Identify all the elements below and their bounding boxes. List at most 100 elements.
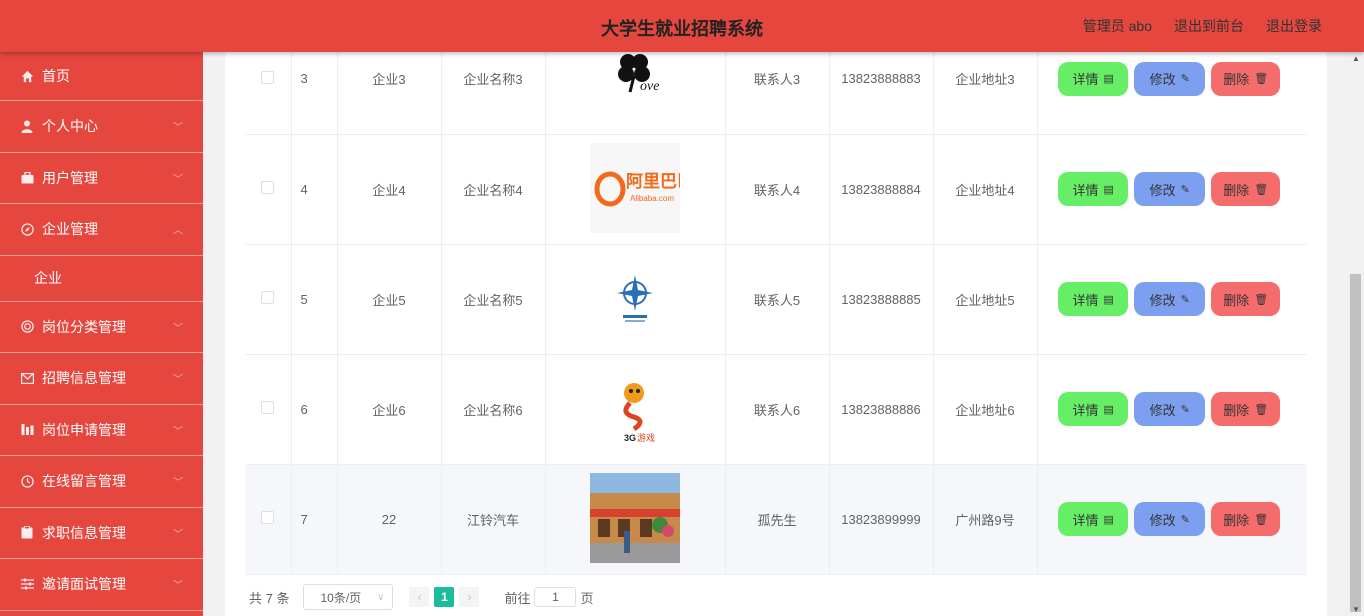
sidebar-item-online-message[interactable]: 在线留言管理 ﹀ bbox=[0, 456, 203, 508]
row-index: 5 bbox=[291, 244, 338, 355]
compass-icon bbox=[20, 222, 34, 236]
row-address: 企业地址6 bbox=[933, 354, 1038, 465]
sidebar-subitem-enterprise[interactable]: 企业 bbox=[0, 256, 203, 302]
row-checkbox[interactable] bbox=[261, 511, 275, 524]
sidebar-item-enterprise-management[interactable]: 企业管理 ︿ bbox=[0, 204, 203, 256]
logout-link[interactable]: 退出登录 bbox=[1266, 16, 1322, 36]
detail-button[interactable]: 详情 ▤ bbox=[1058, 172, 1129, 206]
delete-button[interactable]: 删除 🗑 bbox=[1211, 502, 1281, 536]
sidebar-item-recruitment-info[interactable]: 招聘信息管理 ﹀ bbox=[0, 353, 203, 405]
chart-icon bbox=[20, 423, 34, 437]
sidebar-item-user-management[interactable]: 用户管理 ﹀ bbox=[0, 153, 203, 204]
home-icon bbox=[20, 69, 34, 83]
edit-button[interactable]: 修改 ✎ bbox=[1134, 502, 1206, 536]
chevron-down-icon: ﹀ bbox=[173, 374, 183, 386]
row-phone: 13823888885 bbox=[829, 244, 934, 355]
table-row: 5 企业5 企业名称5 联系人5 13823888885 企业地址5 详情 ▤ … bbox=[245, 244, 1307, 355]
exit-to-front-link[interactable]: 退出到前台 bbox=[1174, 16, 1244, 36]
pencil-icon: ✎ bbox=[1180, 73, 1190, 86]
edit-button[interactable]: 修改 ✎ bbox=[1134, 61, 1206, 96]
row-account: 企业4 bbox=[337, 134, 442, 245]
row-checkbox[interactable] bbox=[261, 401, 275, 414]
detail-button[interactable]: 详情 ▤ bbox=[1058, 392, 1129, 426]
detail-button[interactable]: 详情 ▤ bbox=[1058, 61, 1129, 96]
sidebar-item-label: 在线留言管理 bbox=[42, 473, 126, 490]
page-number-active[interactable]: 1 bbox=[434, 587, 455, 607]
clipboard-icon bbox=[20, 526, 34, 540]
goto-page-input[interactable] bbox=[534, 587, 577, 607]
prev-page-button[interactable]: ‹ bbox=[409, 587, 430, 607]
sidebar-item-label: 求职信息管理 bbox=[42, 524, 126, 541]
row-checkbox[interactable] bbox=[261, 181, 275, 194]
edit-button[interactable]: 修改 ✎ bbox=[1134, 282, 1206, 316]
edit-button[interactable]: 修改 ✎ bbox=[1134, 392, 1206, 426]
row-contact: 孤先生 bbox=[725, 464, 830, 575]
sidebar-item-label: 企业 bbox=[34, 270, 62, 286]
sidebar-item-label: 企业管理 bbox=[42, 221, 98, 238]
pencil-icon: ✎ bbox=[1180, 183, 1190, 196]
scrollbar-thumb[interactable] bbox=[1350, 274, 1361, 612]
delete-button[interactable]: 删除 🗑 bbox=[1211, 392, 1281, 426]
row-address: 广州路9号 bbox=[933, 464, 1038, 575]
row-checkbox[interactable] bbox=[261, 70, 275, 84]
detail-button[interactable]: 详情 ▤ bbox=[1058, 282, 1129, 316]
table-card: 3 企业3 企业名称3 ove 联系人3 13823888883 企业地址3 详… bbox=[225, 24, 1327, 616]
row-account: 企业5 bbox=[337, 244, 442, 355]
table-row: 6 企业6 企业名称6 3G 游戏 联系人6 13823888886 企业地址6… bbox=[245, 354, 1307, 465]
chevron-down-icon: ﹀ bbox=[173, 122, 183, 134]
scroll-up-icon[interactable]: ▲ bbox=[1352, 54, 1360, 63]
sidebar-item-position-category[interactable]: 岗位分类管理 ﹀ bbox=[0, 302, 203, 353]
row-phone: 13823888886 bbox=[829, 354, 934, 465]
document-icon: ▤ bbox=[1103, 513, 1114, 526]
table-row: 4 企业4 企业名称4 阿里巴巴 Alibaba.com bbox=[245, 134, 1307, 245]
main-content: 3 企业3 企业名称3 ove 联系人3 13823888883 企业地址3 详… bbox=[203, 24, 1347, 616]
sidebar-item-application-management[interactable]: 岗位申请管理 ﹀ bbox=[0, 405, 203, 456]
trash-icon: 🗑 bbox=[1254, 73, 1269, 86]
sidebar-item-label: 岗位分类管理 bbox=[42, 318, 126, 335]
table-row: 7 22 江铃汽车 孤先生 13823899999 广州路9号 详情 ▤ 修改 … bbox=[245, 464, 1307, 575]
goto-suffix: 页 bbox=[580, 590, 594, 606]
edit-button[interactable]: 修改 ✎ bbox=[1134, 172, 1206, 206]
chevron-down-icon: ﹀ bbox=[173, 174, 183, 186]
row-account: 22 bbox=[337, 464, 442, 575]
pencil-icon: ✎ bbox=[1180, 403, 1190, 416]
scroll-down-icon[interactable]: ▼ bbox=[1352, 605, 1360, 614]
chevron-down-icon: ﹀ bbox=[173, 426, 183, 438]
row-name: 企业名称6 bbox=[441, 354, 546, 465]
page-size-select[interactable]: 10条/页 ∨ bbox=[303, 584, 394, 610]
row-name: 企业名称4 bbox=[441, 134, 546, 245]
sidebar-item-job-seeking-info[interactable]: 求职信息管理 ﹀ bbox=[0, 508, 203, 559]
row-name: 企业名称5 bbox=[441, 244, 546, 355]
sidebar-item-label: 个人中心 bbox=[42, 118, 98, 135]
sidebar-item-home[interactable]: 首页 bbox=[0, 52, 203, 101]
delete-button[interactable]: 删除 🗑 bbox=[1211, 282, 1281, 316]
delete-button[interactable]: 删除 🗑 bbox=[1211, 61, 1281, 96]
row-checkbox[interactable] bbox=[261, 291, 275, 304]
chevron-down-icon: ﹀ bbox=[173, 477, 183, 489]
row-contact: 联系人5 bbox=[725, 244, 830, 355]
vertical-scrollbar[interactable]: ▲ ▼ bbox=[1347, 52, 1364, 616]
mail-icon bbox=[20, 371, 34, 385]
svg-text:ove: ove bbox=[640, 79, 659, 94]
detail-button[interactable]: 详情 ▤ bbox=[1058, 502, 1129, 536]
row-contact: 联系人4 bbox=[725, 134, 830, 245]
target-icon bbox=[20, 320, 34, 334]
sidebar-item-label: 首页 bbox=[42, 68, 70, 84]
chevron-down-icon: ﹀ bbox=[173, 529, 183, 541]
row-index: 6 bbox=[291, 354, 338, 465]
sidebar: 首页 个人中心 ﹀ 用户管理 ﹀ 企业管理 ︿ 企业 岗位分类管理 ﹀ 招聘信息… bbox=[0, 52, 203, 616]
svg-text:阿里巴巴: 阿里巴巴 bbox=[626, 172, 680, 192]
chevron-up-icon: ︿ bbox=[173, 225, 183, 237]
total-count: 共 7 条 bbox=[249, 590, 290, 606]
sidebar-item-label: 邀请面试管理 bbox=[42, 576, 126, 593]
trash-icon: 🗑 bbox=[1254, 293, 1269, 306]
delete-button[interactable]: 删除 🗑 bbox=[1211, 172, 1281, 206]
svg-text:3G: 3G bbox=[624, 433, 636, 443]
sidebar-item-personal-center[interactable]: 个人中心 ﹀ bbox=[0, 101, 203, 153]
chevron-down-icon: ﹀ bbox=[173, 580, 183, 592]
sidebar-item-interview-invitation[interactable]: 邀请面试管理 ﹀ bbox=[0, 559, 203, 611]
briefcase-icon bbox=[20, 171, 34, 185]
next-page-button[interactable]: › bbox=[459, 587, 480, 607]
clock-icon bbox=[20, 474, 34, 488]
sliders-icon bbox=[20, 577, 34, 591]
